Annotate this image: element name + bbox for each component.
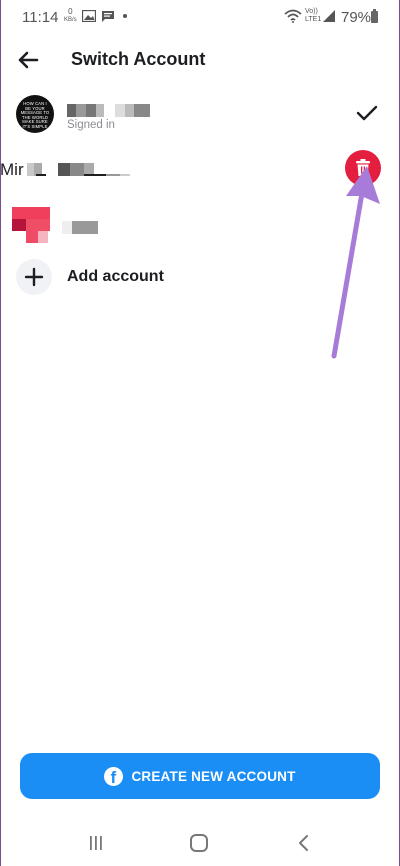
avatar-text: HOW CAN I BE YOUR MESSAGE TO THE WORLD M… xyxy=(20,101,50,129)
checkmark-icon xyxy=(356,105,378,121)
message-notification-icon xyxy=(102,11,114,22)
page-title: Switch Account xyxy=(71,49,206,69)
status-time: 11:14 xyxy=(22,9,59,26)
plus-icon xyxy=(24,267,44,287)
network-label-volte: Vo)) xyxy=(305,8,318,15)
facebook-icon: f xyxy=(104,766,124,787)
system-nav-bar xyxy=(0,818,400,866)
recents-icon[interactable] xyxy=(88,835,104,851)
battery-icon xyxy=(371,9,378,23)
wifi-icon xyxy=(284,9,302,23)
add-account-button[interactable] xyxy=(16,259,52,295)
status-bar: 11:14 0 KB/s Vo)) LTE1 79% xyxy=(0,0,400,34)
net-speed-unit: KB/s xyxy=(64,17,77,23)
nav-back-icon[interactable] xyxy=(296,834,310,852)
account-avatar xyxy=(12,207,50,243)
net-speed: 0 KB/s xyxy=(64,8,77,24)
delete-account-button[interactable] xyxy=(345,150,381,186)
back-arrow-icon[interactable] xyxy=(16,48,40,72)
signal-icon xyxy=(323,10,335,22)
create-new-account-button[interactable]: f CREATE NEW ACCOUNT xyxy=(20,753,380,799)
facebook-icon-letter: f xyxy=(110,767,117,787)
create-new-account-label: CREATE NEW ACCOUNT xyxy=(131,768,296,784)
notification-dot-icon xyxy=(123,14,127,18)
add-account-label: Add account xyxy=(67,268,164,285)
gallery-notification-icon xyxy=(82,10,96,22)
network-type: Vo)) LTE1 xyxy=(305,8,321,24)
net-speed-value: 0 xyxy=(68,7,73,16)
signed-in-label: Signed in xyxy=(67,119,115,131)
account-avatar: HOW CAN I BE YOUR MESSAGE TO THE WORLD M… xyxy=(16,95,54,133)
battery-percent: 79% xyxy=(341,9,372,26)
annotation-arrow-icon xyxy=(331,166,380,359)
account-name-partial: Mir xyxy=(0,160,24,179)
screen-frame xyxy=(0,0,400,866)
home-icon[interactable] xyxy=(190,834,208,852)
trash-icon xyxy=(356,159,370,176)
network-label-lte: LTE1 xyxy=(305,16,322,23)
